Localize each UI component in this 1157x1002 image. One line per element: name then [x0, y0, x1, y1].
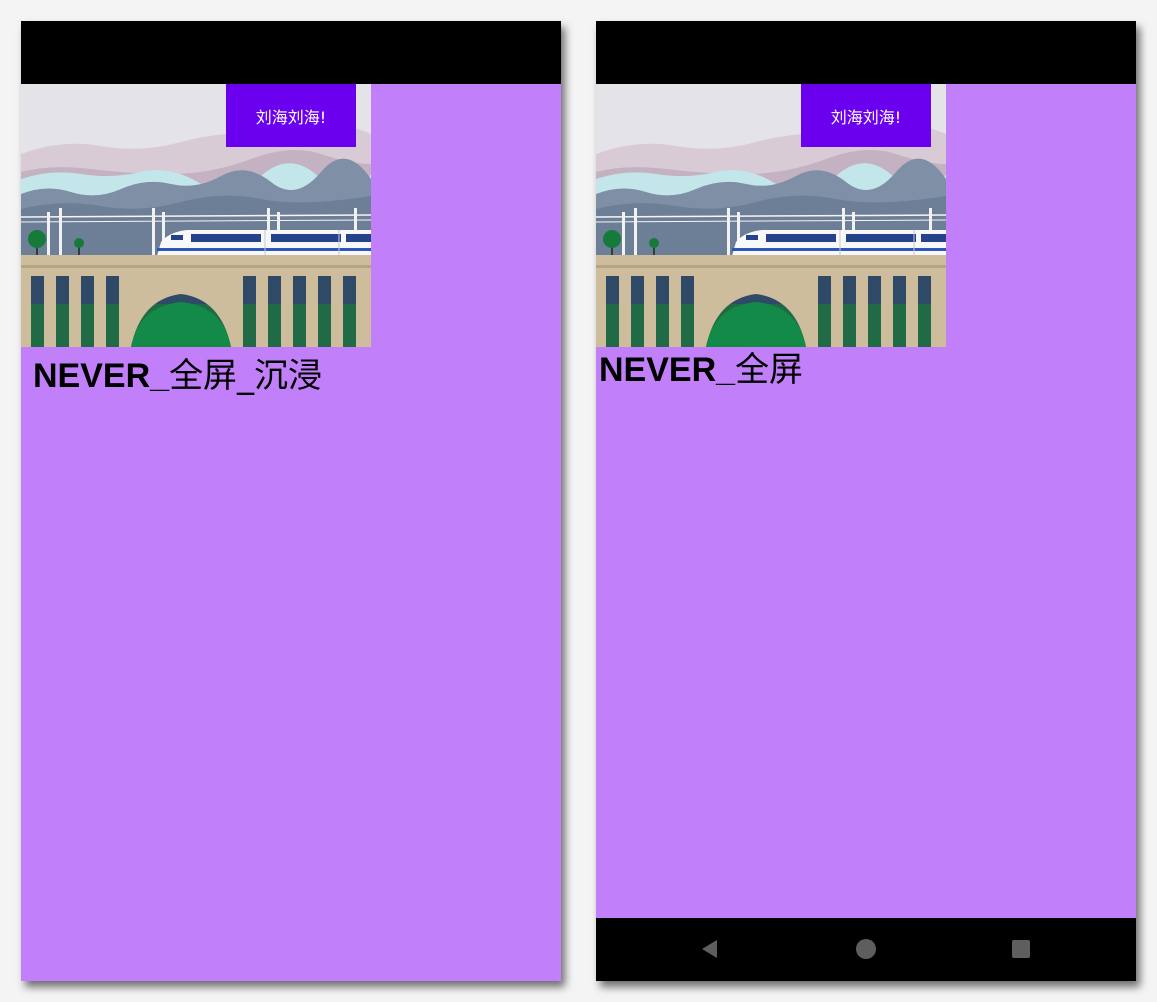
home-circle-icon — [856, 939, 876, 959]
status-bar — [21, 21, 561, 84]
notch-button[interactable]: 刘海刘海! — [801, 84, 931, 147]
mode-title-prefix: NEVER_ — [33, 357, 170, 395]
phone-screen-left: 刘海刘海! NEVER_全屏_沉浸 — [21, 21, 561, 981]
display-mode-title: NEVER_全屏 — [599, 350, 804, 390]
back-button[interactable] — [696, 936, 722, 962]
mode-title-prefix: NEVER_ — [599, 351, 736, 389]
recents-square-icon — [1012, 940, 1030, 958]
mode-title-suffix: 全屏 — [735, 350, 804, 390]
navigation-bar — [596, 918, 1136, 981]
mode-title-suffix: 全屏_沉浸 — [169, 356, 323, 396]
display-mode-title: NEVER_全屏_沉浸 — [33, 356, 323, 396]
recents-button[interactable] — [1008, 936, 1034, 962]
back-triangle-icon — [701, 940, 717, 958]
notch-button[interactable]: 刘海刘海! — [226, 84, 356, 147]
phone-screen-right: 刘海刘海! NEVER_全屏 — [596, 21, 1136, 981]
home-button[interactable] — [853, 936, 879, 962]
status-bar — [596, 21, 1136, 84]
